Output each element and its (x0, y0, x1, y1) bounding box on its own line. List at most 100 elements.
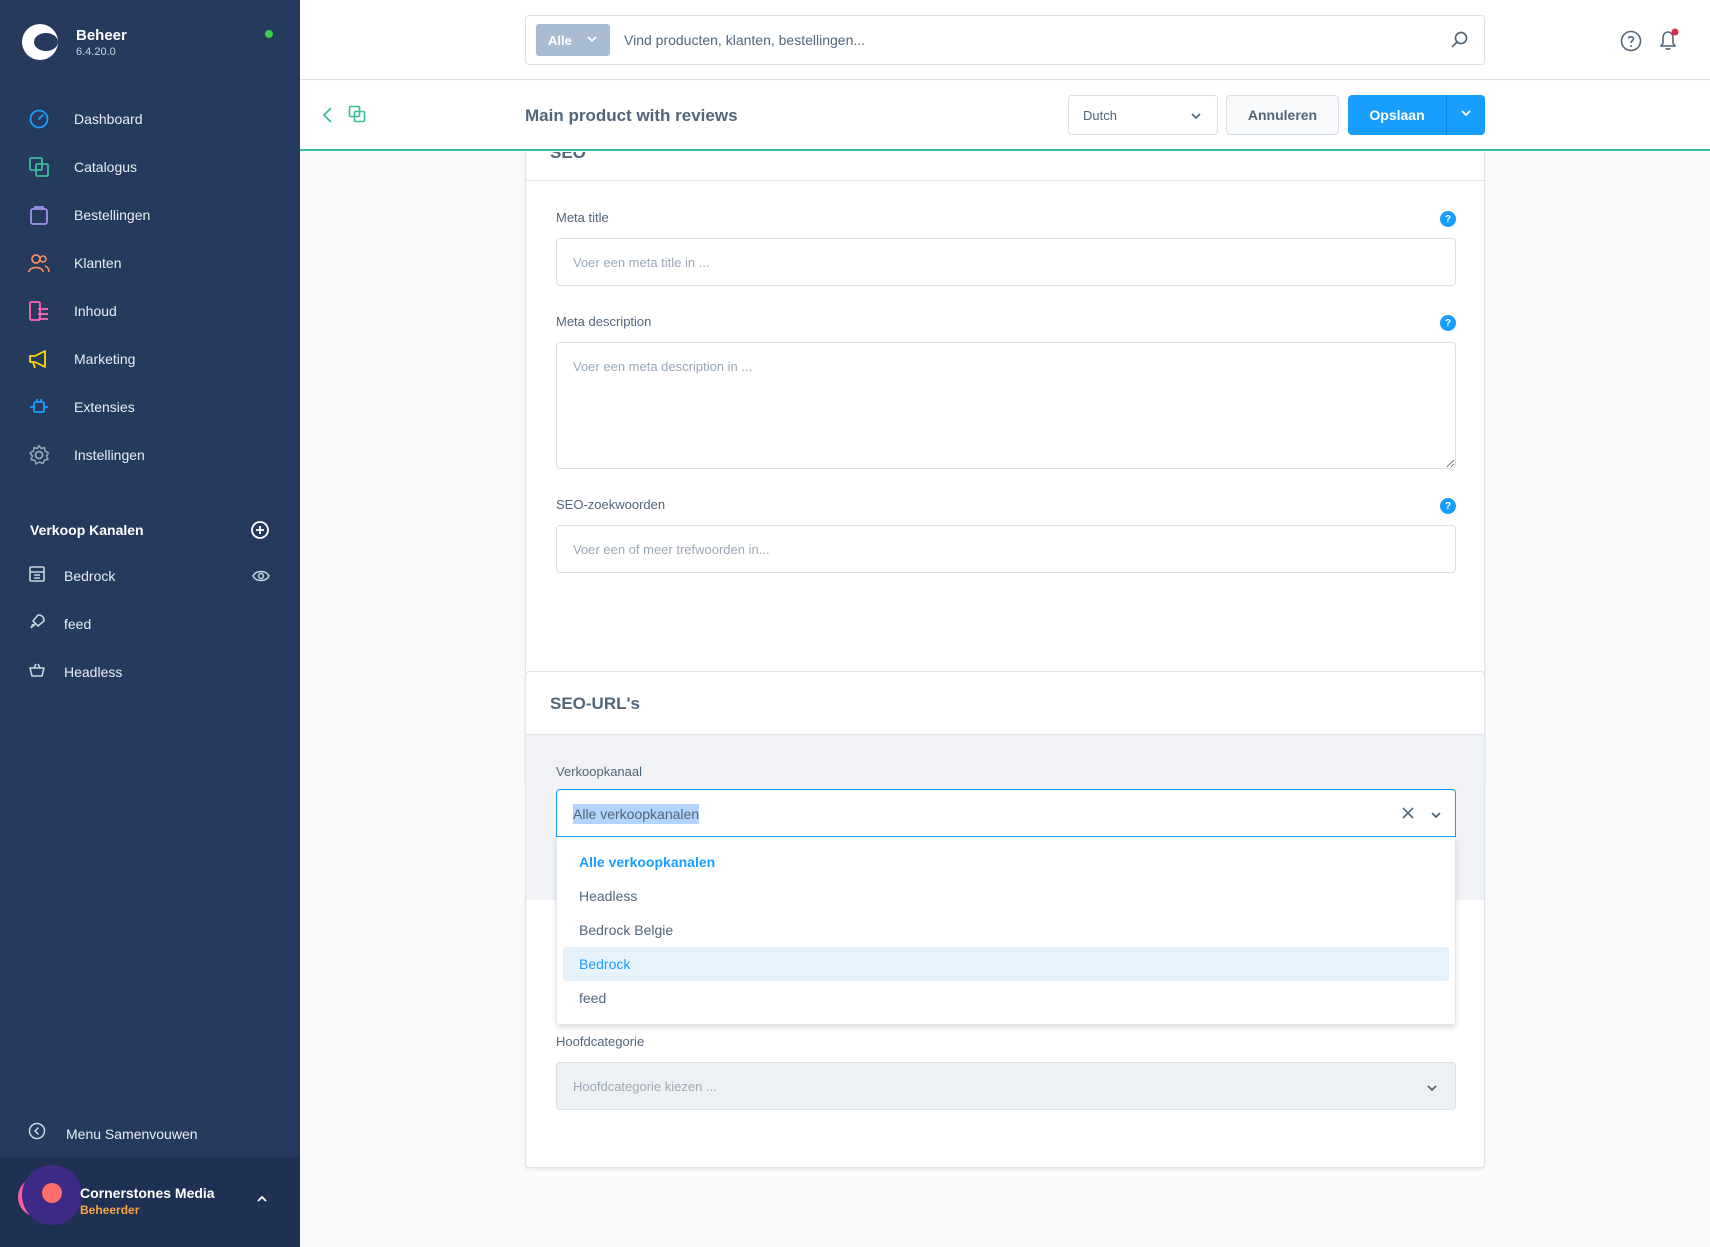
nav-label: Bestellingen (74, 207, 151, 223)
nav-item-catalog[interactable]: Catalogus (0, 143, 300, 191)
seo-card-title: SEO (550, 152, 586, 162)
sales-channel-label: feed (64, 616, 92, 632)
shopware-logo (22, 24, 58, 60)
chevron-down-icon[interactable] (1429, 808, 1443, 827)
nav-label: Extensies (74, 399, 135, 415)
search-type-label: Alle (548, 32, 572, 48)
main-category-label: Hoofdcategorie (556, 1034, 645, 1049)
search-input[interactable] (624, 24, 1424, 56)
global-search: Alle (525, 15, 1485, 65)
language-select[interactable]: Dutch (1068, 95, 1218, 135)
page-content: SEO Meta title ? Meta description ? SEO-… (300, 152, 1710, 1247)
help-icon[interactable]: ? (1440, 498, 1456, 514)
sales-channel-list: Bedrock feed Headless (0, 552, 300, 696)
add-sales-channel-icon[interactable] (250, 520, 270, 540)
sales-channel-item-feed[interactable]: feed (0, 600, 300, 648)
seo-urls-card-title: SEO-URL's (550, 694, 640, 713)
seo-urls-card: SEO-URL's Verkoopkanaal Alle verkoopkana… (525, 671, 1485, 1168)
settings-icon (28, 444, 50, 466)
nav-item-settings[interactable]: Instellingen (0, 431, 300, 479)
dropdown-option[interactable]: Bedrock (563, 947, 1449, 981)
nav-label: Dashboard (74, 111, 143, 127)
cancel-button[interactable]: Annuleren (1226, 95, 1339, 135)
main-category-select[interactable]: Hoofdcategorie kiezen ... (556, 1062, 1456, 1110)
nav-item-content[interactable]: Inhoud (0, 287, 300, 335)
chevron-up-icon[interactable] (254, 1191, 270, 1207)
nav-item-extensions[interactable]: Extensies (0, 383, 300, 431)
user-name: Cornerstones Media (80, 1185, 215, 1201)
meta-title-input[interactable] (556, 238, 1456, 286)
sales-channel-label: Verkoopkanaal (556, 764, 643, 779)
brand-name: Beheer (76, 26, 127, 44)
basket-icon (28, 661, 46, 684)
help-icon[interactable]: ? (1440, 211, 1456, 227)
dashboard-icon (28, 108, 50, 130)
sales-channels-title: Verkoop Kanalen (30, 522, 144, 538)
top-bar: Alle (300, 0, 1710, 80)
search-type-select[interactable]: Alle (536, 24, 610, 56)
dropdown-option[interactable]: feed (563, 981, 1449, 1015)
nav-label: Catalogus (74, 159, 138, 175)
main-category-placeholder: Hoofdcategorie kiezen ... (573, 1078, 717, 1094)
meta-description-textarea[interactable] (556, 342, 1456, 469)
seo-keywords-label: SEO-zoekwoorden (556, 497, 666, 512)
meta-title-label: Meta title (556, 210, 609, 225)
content-icon (28, 300, 50, 322)
save-options-button[interactable] (1446, 95, 1485, 135)
user-role: Beheerder (80, 1203, 140, 1217)
nav-item-orders[interactable]: Bestellingen (0, 191, 300, 239)
sales-channel-select[interactable]: Alle verkoopkanalen (556, 789, 1456, 837)
back-icon[interactable] (320, 105, 336, 125)
chevron-down-icon (1189, 109, 1203, 126)
help-icon[interactable]: ? (1440, 315, 1456, 331)
rocket-icon (28, 613, 46, 636)
notification-bell-icon[interactable] (1656, 28, 1680, 52)
sidebar: Beheer 6.4.20.0 Dashboard Catalogus Best… (0, 0, 300, 1247)
page-title: Main product with reviews (525, 106, 738, 125)
brand[interactable]: Beheer 6.4.20.0 (22, 24, 127, 60)
sales-channel-label: Headless (64, 664, 123, 680)
user-panel[interactable]: Cornerstones Media Beheerder (0, 1157, 300, 1247)
catalog-icon (28, 156, 50, 178)
dropdown-option[interactable]: Bedrock Belgie (563, 913, 1449, 947)
dropdown-option[interactable]: Headless (563, 879, 1449, 913)
main-nav: Dashboard Catalogus Bestellingen Klanten… (0, 95, 300, 479)
sales-channel-select-value: Alle verkoopkanalen (573, 804, 700, 824)
smart-bar: Main product with reviews Dutch Annulere… (300, 81, 1710, 151)
avatar-dot (42, 1183, 62, 1203)
sales-channel-item-bedrock[interactable]: Bedrock (0, 552, 300, 600)
help-icon[interactable] (1620, 30, 1642, 52)
sales-channel-label: Bedrock (64, 568, 116, 584)
duplicate-icon[interactable] (348, 105, 366, 123)
collapse-menu-button[interactable]: Menu Samenvouwen (28, 1122, 198, 1145)
extensions-icon (28, 396, 50, 418)
language-value: Dutch (1083, 107, 1117, 123)
brand-version: 6.4.20.0 (76, 45, 116, 58)
seo-keywords-input[interactable] (556, 525, 1456, 573)
chevron-down-icon (1459, 106, 1473, 125)
close-icon[interactable] (1401, 806, 1415, 820)
orders-icon (28, 204, 50, 226)
nav-label: Inhoud (74, 303, 117, 319)
chevron-down-icon (1425, 1081, 1439, 1098)
save-button[interactable]: Opslaan (1348, 95, 1446, 135)
sales-channel-dropdown: Alle verkoopkanalen Headless Bedrock Bel… (556, 837, 1456, 1025)
collapse-menu-label: Menu Samenvouwen (66, 1125, 198, 1142)
storefront-icon (28, 565, 46, 588)
search-icon[interactable] (1450, 30, 1470, 50)
chevron-down-icon (586, 33, 598, 48)
nav-item-dashboard[interactable]: Dashboard (0, 95, 300, 143)
marketing-icon (28, 348, 50, 370)
nav-item-customers[interactable]: Klanten (0, 239, 300, 287)
collapse-icon (28, 1122, 46, 1145)
nav-label: Instellingen (74, 447, 145, 463)
eye-icon[interactable] (252, 568, 270, 584)
status-dot (265, 30, 273, 38)
sales-channel-item-headless[interactable]: Headless (0, 648, 300, 696)
nav-label: Marketing (74, 351, 136, 367)
meta-description-label: Meta description (556, 314, 652, 329)
dropdown-option[interactable]: Alle verkoopkanalen (563, 845, 1449, 879)
customers-icon (28, 252, 50, 274)
nav-item-marketing[interactable]: Marketing (0, 335, 300, 383)
nav-label: Klanten (74, 255, 122, 271)
